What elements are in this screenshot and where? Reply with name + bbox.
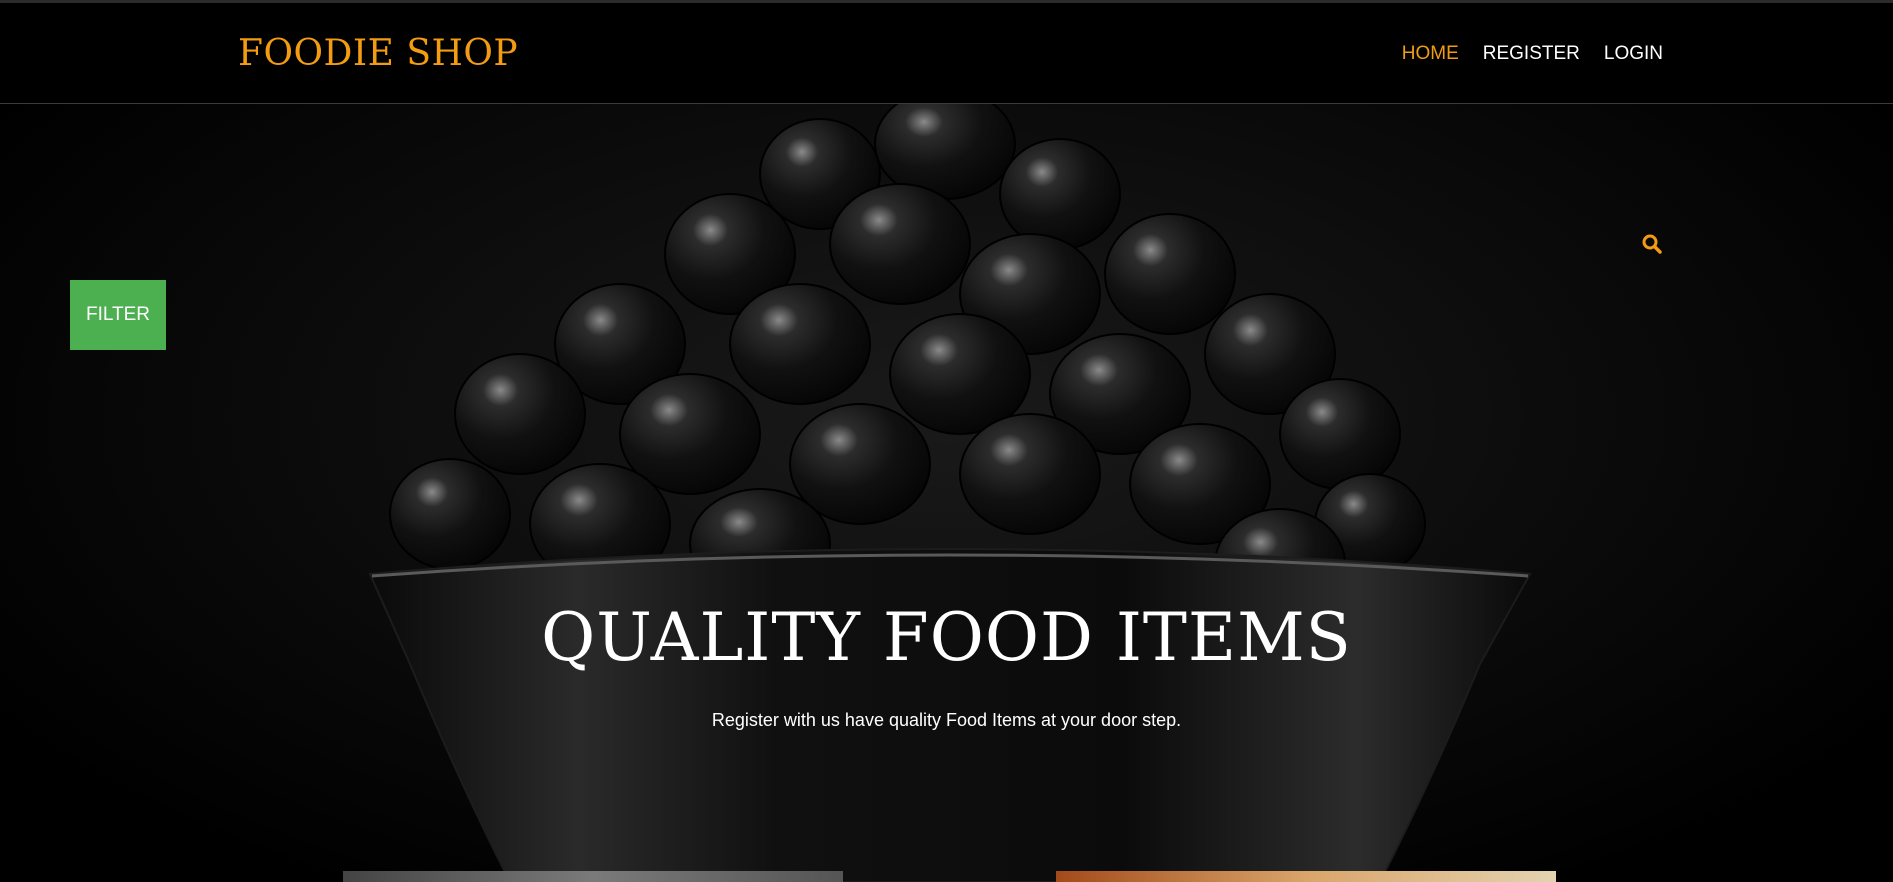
product-card-image[interactable] [343,871,843,882]
site-header: FOODIE SHOP HOME REGISTER LOGIN [0,3,1893,104]
search-icon[interactable] [1641,233,1663,255]
hero-title: QUALITY FOOD ITEMS [541,599,1352,676]
filter-button[interactable]: FILTER [70,280,166,350]
nav-register[interactable]: REGISTER [1483,43,1580,65]
main-nav: HOME REGISTER LOGIN [1402,43,1663,65]
nav-login[interactable]: LOGIN [1604,43,1663,65]
brand-logo[interactable]: FOODIE SHOP [238,33,518,74]
hero-subtitle: Register with us have quality Food Items… [711,710,1182,730]
product-card-image[interactable] [1056,871,1556,882]
olive-bowl-image [368,104,1532,882]
nav-home[interactable]: HOME [1402,43,1459,65]
hero-banner: FILTER QUALITY FOOD ITEMS Register with … [0,104,1893,882]
